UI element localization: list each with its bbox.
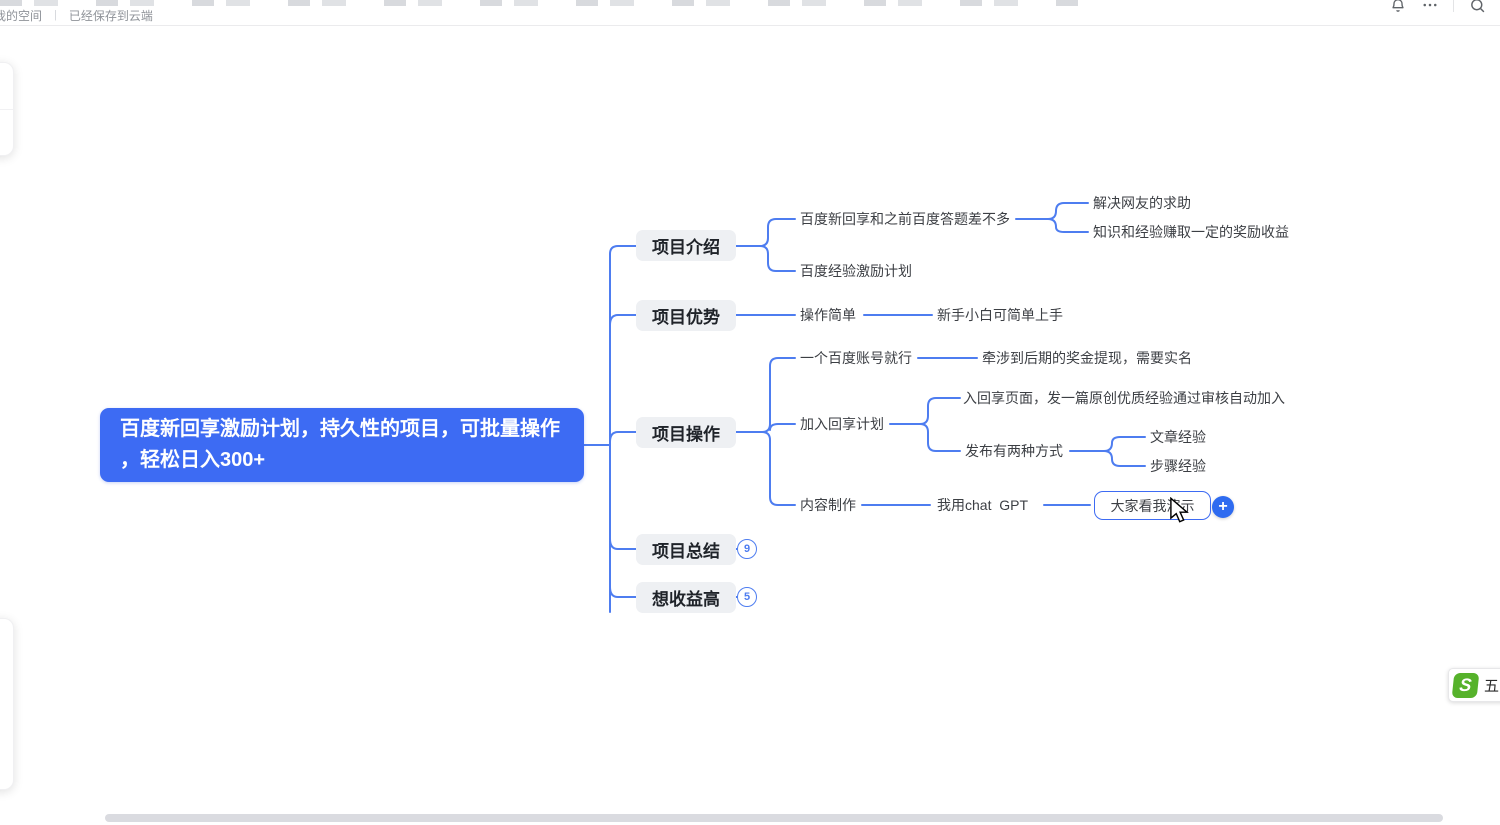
- node-real-name[interactable]: 牵涉到后期的奖金提现，需要实名: [982, 348, 1192, 368]
- node-intro-child2[interactable]: 百度经验激励计划: [800, 261, 912, 281]
- layers-button[interactable]: [0, 713, 13, 724]
- locate-button[interactable]: [0, 643, 13, 656]
- workspace-link[interactable]: 我的空间: [0, 7, 42, 24]
- ime-mode-label: 五: [1484, 675, 1499, 696]
- save-status: 已经保存到云端: [69, 7, 153, 24]
- node-intro[interactable]: 项目介绍: [636, 230, 736, 261]
- breadcrumb-separator: |: [54, 9, 57, 21]
- node-join-plan[interactable]: 加入回享计划: [800, 414, 884, 434]
- input-method-bar[interactable]: S 五: [1448, 668, 1500, 702]
- node-demo-selected[interactable]: 大家看我演示: [1094, 491, 1211, 520]
- bell-icon[interactable]: [1389, 0, 1407, 14]
- node-step-exp[interactable]: 步骤经验: [1150, 456, 1206, 476]
- node-easy-operation[interactable]: 操作简单: [800, 305, 856, 325]
- structure-button[interactable]: [0, 109, 13, 156]
- more-icon[interactable]: [1421, 0, 1439, 14]
- node-beginner-friendly[interactable]: 新手小白可简单上手: [937, 305, 1063, 325]
- node-advantage[interactable]: 项目优势: [636, 300, 736, 331]
- search-icon[interactable]: [1468, 0, 1486, 14]
- topbar-actions: [1389, 0, 1486, 14]
- root-node[interactable]: 百度新回享激励计划，持久性的项目，可批量操作，轻松日入300+: [100, 408, 584, 482]
- add-child-button[interactable]: +: [1212, 496, 1234, 518]
- topbar-divider: [1453, 0, 1454, 12]
- clipped-toolbar-row: [0, 0, 1090, 6]
- sogou-icon: S: [1452, 673, 1480, 698]
- outline-button[interactable]: [0, 63, 13, 109]
- breadcrumb: 我的空间 | 已经保存到云端: [0, 7, 153, 23]
- left-toolbar: [0, 62, 14, 156]
- node-help-netizens[interactable]: 解决网友的求助: [1093, 193, 1191, 213]
- node-intro-child1[interactable]: 百度新回享和之前百度答题差不多: [800, 209, 1010, 229]
- node-content-creation[interactable]: 内容制作: [800, 495, 856, 515]
- node-one-account[interactable]: 一个百度账号就行: [800, 348, 912, 368]
- zoom-level-label[interactable]: %: [0, 751, 13, 765]
- node-operation[interactable]: 项目操作: [636, 417, 736, 448]
- node-article-exp[interactable]: 文章经验: [1150, 427, 1206, 447]
- node-join-detail[interactable]: 入回享页面，发一篇原创优质经验通过审核自动加入: [963, 388, 1285, 408]
- node-chatgpt[interactable]: 我用chat GPT: [937, 495, 1028, 515]
- node-summary[interactable]: 项目总结: [636, 534, 736, 565]
- horizontal-scrollbar[interactable]: [105, 814, 1443, 822]
- node-earn-rewards[interactable]: 知识和经验赚取一定的奖励收益: [1093, 222, 1289, 242]
- zoom-out-button[interactable]: [0, 683, 13, 685]
- zoom-toolbar: %: [0, 618, 14, 790]
- collapsed-badge-income[interactable]: 5: [737, 587, 757, 607]
- node-income[interactable]: 想收益高: [636, 582, 736, 613]
- node-two-methods[interactable]: 发布有两种方式: [965, 441, 1063, 461]
- collapsed-badge-summary[interactable]: 9: [737, 539, 757, 559]
- top-bar: 我的空间 | 已经保存到云端: [0, 0, 1500, 26]
